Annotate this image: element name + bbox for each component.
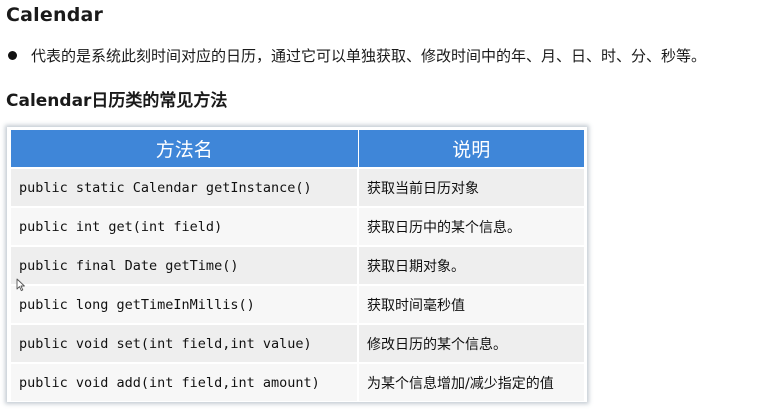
section-subtitle: Calendar日历类的常见方法 xyxy=(6,91,228,111)
bullet-dot-icon xyxy=(8,51,17,60)
mouse-pointer-icon xyxy=(16,278,25,292)
table-row: public final Date getTime() 获取日期对象。 xyxy=(11,245,584,285)
slide-page: Calendar 代表的是系统此刻时间对应的日历，通过它可以单独获取、修改时间中… xyxy=(0,0,765,409)
method-cell: public static Calendar getInstance() xyxy=(11,167,359,207)
header-method-name: 方法名 xyxy=(11,130,359,168)
header-description: 说明 xyxy=(358,130,584,168)
table-row: public long getTimeInMillis() 获取时间毫秒值 xyxy=(11,284,584,324)
table-row: public static Calendar getInstance() 获取当… xyxy=(11,167,584,207)
description-cell: 获取日历中的某个信息。 xyxy=(358,206,584,246)
description-cell: 获取时间毫秒值 xyxy=(358,284,584,324)
table-row: public void set(int field,int value) 修改日… xyxy=(11,323,584,363)
table-header-row: 方法名 说明 xyxy=(11,130,584,168)
method-cell: public void set(int field,int value) xyxy=(11,323,359,363)
bullet-point: 代表的是系统此刻时间对应的日历，通过它可以单独获取、修改时间中的年、月、日、时、… xyxy=(8,45,706,66)
description-cell: 为某个信息增加/减少指定的值 xyxy=(358,362,584,401)
method-cell: public final Date getTime() xyxy=(11,245,359,285)
description-cell: 修改日历的某个信息。 xyxy=(358,323,584,363)
bullet-text: 代表的是系统此刻时间对应的日历，通过它可以单独获取、修改时间中的年、月、日、时、… xyxy=(31,47,707,65)
page-title: Calendar xyxy=(6,4,104,26)
table-row: public int get(int field) 获取日历中的某个信息。 xyxy=(11,206,584,246)
description-cell: 获取当前日历对象 xyxy=(358,167,584,207)
methods-table: 方法名 说明 public static Calendar getInstanc… xyxy=(11,130,584,401)
method-cell: public void add(int field,int amount) xyxy=(11,362,359,401)
methods-table-container: 方法名 说明 public static Calendar getInstanc… xyxy=(7,127,587,402)
method-cell: public long getTimeInMillis() xyxy=(11,284,359,324)
method-cell: public int get(int field) xyxy=(11,206,359,246)
description-cell: 获取日期对象。 xyxy=(358,245,584,285)
table-row: public void add(int field,int amount) 为某… xyxy=(11,362,584,401)
